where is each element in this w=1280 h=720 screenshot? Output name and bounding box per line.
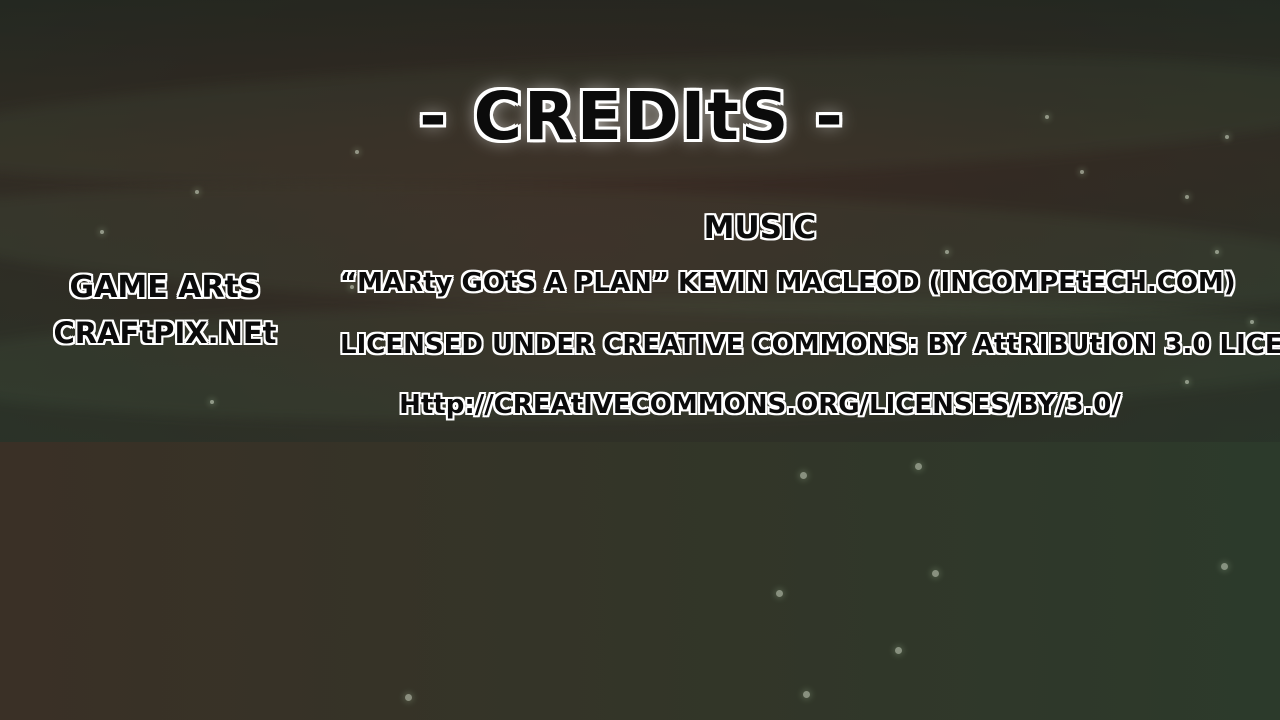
star [932, 570, 939, 577]
music-track-credit: “MARty GOtS A PLAN” KEVIN MACLEOD (INCOM… [340, 268, 1236, 298]
music-heading: MUSIC [703, 210, 817, 246]
game-arts-heading: GAME ARtS [69, 270, 261, 305]
background-upper-band [0, 0, 1280, 442]
music-license-text: LICENSED UNDER CREATIVE COMMONS: BY AttR… [340, 330, 1280, 360]
star [915, 463, 922, 470]
background-lower-band [0, 442, 1280, 720]
star [1185, 380, 1189, 384]
star [405, 694, 412, 701]
star [210, 400, 214, 404]
star [1080, 170, 1084, 174]
star [1221, 563, 1228, 570]
star [100, 230, 104, 234]
star [803, 691, 810, 698]
star [895, 647, 902, 654]
star [800, 472, 807, 479]
star [776, 590, 783, 597]
star [1185, 195, 1189, 199]
credits-title: - CREDItS - [419, 78, 845, 155]
star [1250, 320, 1254, 324]
star [1215, 250, 1219, 254]
game-arts-site: CRAFtPIX.NEt [53, 316, 277, 350]
star [945, 250, 949, 254]
music-license-url: Http://CREAtIVECOMMONS.ORG/LICENSES/BY/3… [399, 390, 1121, 420]
star [195, 190, 199, 194]
